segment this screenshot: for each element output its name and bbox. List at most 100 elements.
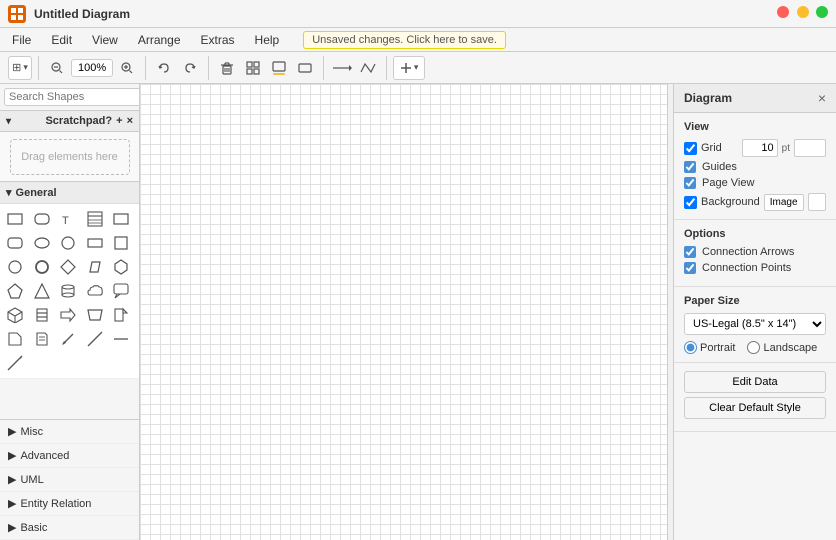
actions-section: Edit Data Clear Default Style: [674, 363, 836, 432]
menu-help[interactable]: Help: [251, 31, 284, 49]
shape-line-1[interactable]: [84, 328, 106, 350]
undo-button[interactable]: [152, 56, 176, 80]
app-title: Untitled Diagram: [34, 7, 130, 21]
general-arrow-icon: ▾: [6, 186, 12, 199]
scratchpad-drop-area: Drag elements here: [10, 139, 130, 175]
paper-size-select[interactable]: US-Letter (8.5" x 11") US-Legal (8.5" x …: [684, 313, 826, 335]
search-bar: 🔍: [0, 84, 139, 111]
background-color-box[interactable]: [808, 193, 826, 211]
unsaved-banner[interactable]: Unsaved changes. Click here to save.: [303, 31, 506, 49]
panel-close-button[interactable]: ×: [818, 90, 826, 106]
shape-rectangle[interactable]: [4, 208, 26, 230]
shape-pen[interactable]: [57, 328, 79, 350]
shape-cube[interactable]: [4, 304, 26, 326]
scratchpad-help-icon[interactable]: ?: [105, 115, 112, 127]
menu-view[interactable]: View: [88, 31, 122, 49]
shape-parallelogram[interactable]: [84, 256, 106, 278]
shape-rect-3[interactable]: [110, 304, 132, 326]
shape-doc[interactable]: [4, 328, 26, 350]
menu-edit[interactable]: Edit: [47, 31, 76, 49]
shape-diamond[interactable]: [57, 256, 79, 278]
shape-style-button[interactable]: [293, 56, 317, 80]
shape-ellipse[interactable]: [31, 232, 53, 254]
clear-default-style-button[interactable]: Clear Default Style: [684, 397, 826, 419]
paper-size-title: Paper Size: [684, 295, 826, 307]
zoom-out-button[interactable]: [45, 56, 69, 80]
shape-circle-2[interactable]: [4, 256, 26, 278]
zoom-level[interactable]: 100%: [71, 59, 113, 77]
landscape-radio[interactable]: [747, 341, 760, 354]
shape-text[interactable]: T: [57, 208, 79, 230]
shape-trapezoid[interactable]: [84, 304, 106, 326]
shape-triangle[interactable]: [31, 280, 53, 302]
portrait-radio[interactable]: [684, 341, 697, 354]
waypoint-button[interactable]: [356, 56, 380, 80]
connection-points-checkbox[interactable]: [684, 262, 696, 274]
app-icon: [8, 5, 26, 23]
shape-rounded-rect-2[interactable]: [4, 232, 26, 254]
misc-section[interactable]: ▶ Misc: [0, 420, 139, 444]
shape-doc-folded[interactable]: [31, 328, 53, 350]
shape-circle-3[interactable]: [31, 256, 53, 278]
grid-color-box[interactable]: [794, 139, 826, 157]
menu-arrange[interactable]: Arrange: [134, 31, 185, 49]
menu-extras[interactable]: Extras: [197, 31, 239, 49]
panel-header: Diagram ×: [674, 84, 836, 113]
shape-cylinder[interactable]: [57, 280, 79, 302]
edit-data-button[interactable]: Edit Data: [684, 371, 826, 393]
shape-hexagon[interactable]: [110, 256, 132, 278]
connection-arrows-checkbox[interactable]: [684, 246, 696, 258]
maximize-window[interactable]: [816, 6, 828, 18]
shape-arrow-right[interactable]: [57, 304, 79, 326]
shape-square[interactable]: [110, 232, 132, 254]
misc-arrow: ▶: [8, 425, 16, 438]
guides-checkbox[interactable]: [684, 161, 696, 173]
minimize-window[interactable]: [797, 6, 809, 18]
background-checkbox[interactable]: [684, 196, 697, 209]
shape-line-3[interactable]: [4, 352, 26, 374]
scratchpad-close-icon[interactable]: ×: [127, 115, 133, 127]
basic-section[interactable]: ▶ Basic: [0, 516, 139, 540]
shape-rect-outline[interactable]: [110, 208, 132, 230]
fill-color-button[interactable]: [267, 56, 291, 80]
menu-file[interactable]: File: [8, 31, 35, 49]
view-toggle-button[interactable]: ⊞ ▾: [8, 56, 32, 80]
connection-style-button[interactable]: [330, 56, 354, 80]
canvas-area[interactable]: [140, 84, 667, 540]
general-section-header[interactable]: ▾ General: [0, 182, 139, 204]
shape-pentagon[interactable]: [4, 280, 26, 302]
grid-pt-label: pt: [782, 143, 790, 154]
grid-checkbox[interactable]: [684, 142, 697, 155]
advanced-section[interactable]: ▶ Advanced: [0, 444, 139, 468]
scratchpad-header[interactable]: ▾ Scratchpad ? + ×: [0, 111, 139, 132]
shape-callout[interactable]: [110, 280, 132, 302]
landscape-label: Landscape: [747, 341, 817, 354]
search-input[interactable]: [4, 88, 140, 106]
zoom-in-button[interactable]: [115, 56, 139, 80]
pageview-row: Page View: [684, 177, 826, 189]
shape-cloud[interactable]: [84, 280, 106, 302]
entity-relation-section[interactable]: ▶ Entity Relation: [0, 492, 139, 516]
connection-points-row: Connection Points: [684, 262, 826, 274]
shape-line-2[interactable]: [110, 328, 132, 350]
scratchpad-add-icon[interactable]: +: [116, 115, 122, 127]
shape-rounded-rect[interactable]: [31, 208, 53, 230]
shape-list[interactable]: [84, 208, 106, 230]
pageview-checkbox[interactable]: [684, 177, 696, 189]
basic-arrow: ▶: [8, 521, 16, 534]
uml-section[interactable]: ▶ UML: [0, 468, 139, 492]
toolbar-connection-group: [330, 56, 387, 80]
grid-pt-input[interactable]: [742, 139, 778, 157]
shape-rect-2[interactable]: [84, 232, 106, 254]
shape-stack[interactable]: [31, 304, 53, 326]
redo-button[interactable]: [178, 56, 202, 80]
shape-circle[interactable]: [57, 232, 79, 254]
delete-button[interactable]: [215, 56, 239, 80]
format-button[interactable]: [241, 56, 265, 80]
pageview-label: Page View: [702, 177, 826, 189]
portrait-label: Portrait: [684, 341, 735, 354]
close-window[interactable]: [777, 6, 789, 18]
background-image-button[interactable]: Image: [764, 194, 804, 211]
background-label: Background: [701, 196, 760, 208]
insert-button[interactable]: ▾: [393, 56, 425, 80]
